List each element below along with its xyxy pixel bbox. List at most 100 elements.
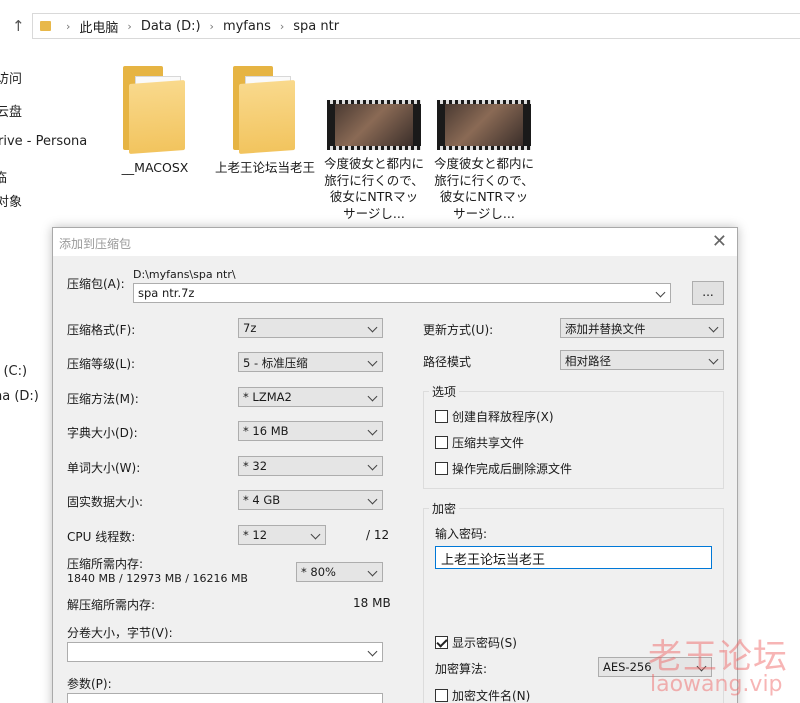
- solid-label: 固实数据大小:: [67, 495, 144, 509]
- chevron-down-icon: [367, 391, 378, 402]
- cpu-label: CPU 线程数:: [67, 530, 136, 544]
- method-value: * LZMA2: [243, 390, 292, 404]
- decompress-memory-label: 解压缩所需内存:: [67, 598, 156, 612]
- chevron-down-icon: [367, 322, 378, 333]
- cpu-select[interactable]: * 12: [238, 525, 326, 545]
- sfx-checkbox[interactable]: 创建自释放程序(X): [435, 408, 554, 425]
- show-password-checkbox[interactable]: 显示密码(S): [435, 634, 517, 651]
- address-row: ↑ › 此电脑 › Data (D:) › myfans › spa ntr: [0, 9, 800, 43]
- archive-name-value: spa ntr.7z: [138, 286, 195, 300]
- up-arrow-icon[interactable]: ↑: [12, 17, 25, 35]
- folder-icon: [231, 66, 299, 154]
- nav-item-drive-c[interactable]: r (C:): [0, 364, 27, 379]
- parameters-input[interactable]: [67, 693, 383, 703]
- ribbon-strip: [0, 0, 800, 6]
- breadcrumb-item[interactable]: myfans: [223, 19, 271, 34]
- breadcrumb-item[interactable]: spa ntr: [293, 19, 339, 34]
- close-icon[interactable]: ✕: [712, 231, 727, 252]
- folder-icon: [121, 66, 189, 154]
- screen: ↑ › 此电脑 › Data (D:) › myfans › spa ntr 访…: [0, 0, 800, 703]
- breadcrumb: › 此电脑 › Data (D:) › myfans › spa ntr: [57, 14, 339, 38]
- watermark-url: laowang.vip: [650, 672, 783, 697]
- checkbox-box: [435, 436, 448, 449]
- archive-name-combo[interactable]: spa ntr.7z: [133, 283, 671, 303]
- word-select[interactable]: * 32: [238, 456, 383, 476]
- format-select[interactable]: 7z: [238, 318, 383, 338]
- delete-after-label: 操作完成后删除源文件: [452, 462, 573, 476]
- nav-item-onedrive[interactable]: rive - Persona: [0, 134, 87, 149]
- path-mode-value: 相对路径: [565, 354, 611, 368]
- word-value: * 32: [243, 459, 268, 473]
- encryption-method-value: AES-256: [603, 660, 652, 674]
- chevron-down-icon: [367, 646, 378, 657]
- chevron-down-icon: [708, 354, 719, 365]
- file-name: 今度彼女と都内に旅行に行くので、彼女にNTRマッサージし...: [324, 156, 425, 221]
- encrypt-filenames-checkbox[interactable]: 加密文件名(N): [435, 687, 530, 703]
- method-label: 压缩方法(M):: [67, 392, 139, 406]
- format-label: 压缩格式(F):: [67, 323, 136, 337]
- address-bar[interactable]: › 此电脑 › Data (D:) › myfans › spa ntr: [32, 13, 800, 39]
- cpu-total: / 12: [366, 528, 390, 542]
- file-item-video[interactable]: 今度彼女と都内に旅行に行くので、彼女にNTRマッサージし...: [324, 100, 424, 222]
- chevron-down-icon: [367, 425, 378, 436]
- file-item-folder[interactable]: 上老王论坛当老王: [215, 66, 315, 177]
- breadcrumb-item[interactable]: 此电脑: [79, 17, 118, 36]
- parameters-label: 参数(P):: [67, 677, 112, 691]
- dict-label: 字典大小(D):: [67, 426, 138, 440]
- encryption-title: 加密: [429, 500, 460, 517]
- add-to-archive-dialog: 添加到压缩包 ✕ 压缩包(A): D:\myfans\spa ntr\ spa …: [52, 227, 738, 703]
- solid-select[interactable]: * 4 GB: [238, 490, 383, 510]
- chevron-down-icon: [310, 529, 321, 540]
- chevron-down-icon: [367, 356, 378, 367]
- memory-percent-select[interactable]: * 80%: [296, 562, 383, 582]
- nav-item-cloud[interactable]: 云盘: [0, 101, 22, 120]
- show-password-label: 显示密码(S): [452, 636, 517, 650]
- chevron-down-icon: [367, 494, 378, 505]
- password-label: 输入密码:: [435, 527, 488, 541]
- watermark-text: 老王论坛: [648, 637, 788, 677]
- nav-item-pc[interactable]: 临: [0, 167, 7, 186]
- file-name: __MACOSX: [121, 160, 189, 175]
- cpu-value: * 12: [243, 528, 268, 542]
- nav-item-3d-objects[interactable]: 对象: [0, 191, 22, 210]
- password-input[interactable]: 上老王论坛当老王: [435, 546, 712, 569]
- memory-detail: 1840 MB / 12973 MB / 16216 MB: [67, 572, 248, 585]
- video-thumbnail-icon: [437, 100, 531, 150]
- dict-select[interactable]: * 16 MB: [238, 421, 383, 441]
- browse-button[interactable]: ...: [692, 281, 724, 305]
- nav-item-drive-d[interactable]: na (D:): [0, 389, 39, 404]
- archive-path: D:\myfans\spa ntr\: [133, 268, 236, 281]
- format-value: 7z: [243, 321, 257, 335]
- checkbox-box: [435, 462, 448, 475]
- memory-label: 压缩所需内存:: [67, 557, 144, 571]
- delete-after-checkbox[interactable]: 操作完成后删除源文件: [435, 460, 572, 477]
- level-select[interactable]: 5 - 标准压缩: [238, 352, 383, 372]
- path-mode-label: 路径模式: [423, 355, 472, 369]
- encryption-method-label: 加密算法:: [435, 662, 488, 676]
- chevron-right-icon: ›: [66, 19, 71, 33]
- shared-files-checkbox[interactable]: 压缩共享文件: [435, 434, 524, 451]
- method-select[interactable]: * LZMA2: [238, 387, 383, 407]
- level-value: 5 - 标准压缩: [243, 356, 308, 370]
- solid-value: * 4 GB: [243, 493, 281, 507]
- path-mode-select[interactable]: 相对路径: [560, 350, 724, 370]
- options-group: 选项 创建自释放程序(X) 压缩共享文件 操作完成后删除源文件: [423, 383, 724, 489]
- encrypt-filenames-label: 加密文件名(N): [452, 689, 531, 703]
- split-size-label: 分卷大小，字节(V):: [67, 626, 173, 640]
- file-item-video[interactable]: 今度彼女と都内に旅行に行くので、彼女にNTRマッサージし...: [434, 100, 534, 222]
- folder-icon: [40, 21, 51, 31]
- dict-value: * 16 MB: [243, 424, 289, 438]
- chevron-down-icon: [367, 566, 378, 577]
- update-mode-value: 添加并替换文件: [565, 322, 646, 336]
- nav-item-quick-access[interactable]: 访问: [0, 68, 22, 87]
- file-item-folder[interactable]: __MACOSX: [105, 66, 205, 177]
- chevron-right-icon: ›: [279, 19, 285, 33]
- update-mode-select[interactable]: 添加并替换文件: [560, 318, 724, 338]
- word-label: 单词大小(W):: [67, 461, 141, 475]
- breadcrumb-item[interactable]: Data (D:): [141, 19, 201, 34]
- chevron-down-icon: [655, 287, 666, 298]
- dialog-title: 添加到压缩包: [59, 237, 132, 251]
- shared-files-label: 压缩共享文件: [452, 436, 525, 450]
- checkbox-box: [435, 410, 448, 423]
- split-size-combo[interactable]: [67, 642, 383, 662]
